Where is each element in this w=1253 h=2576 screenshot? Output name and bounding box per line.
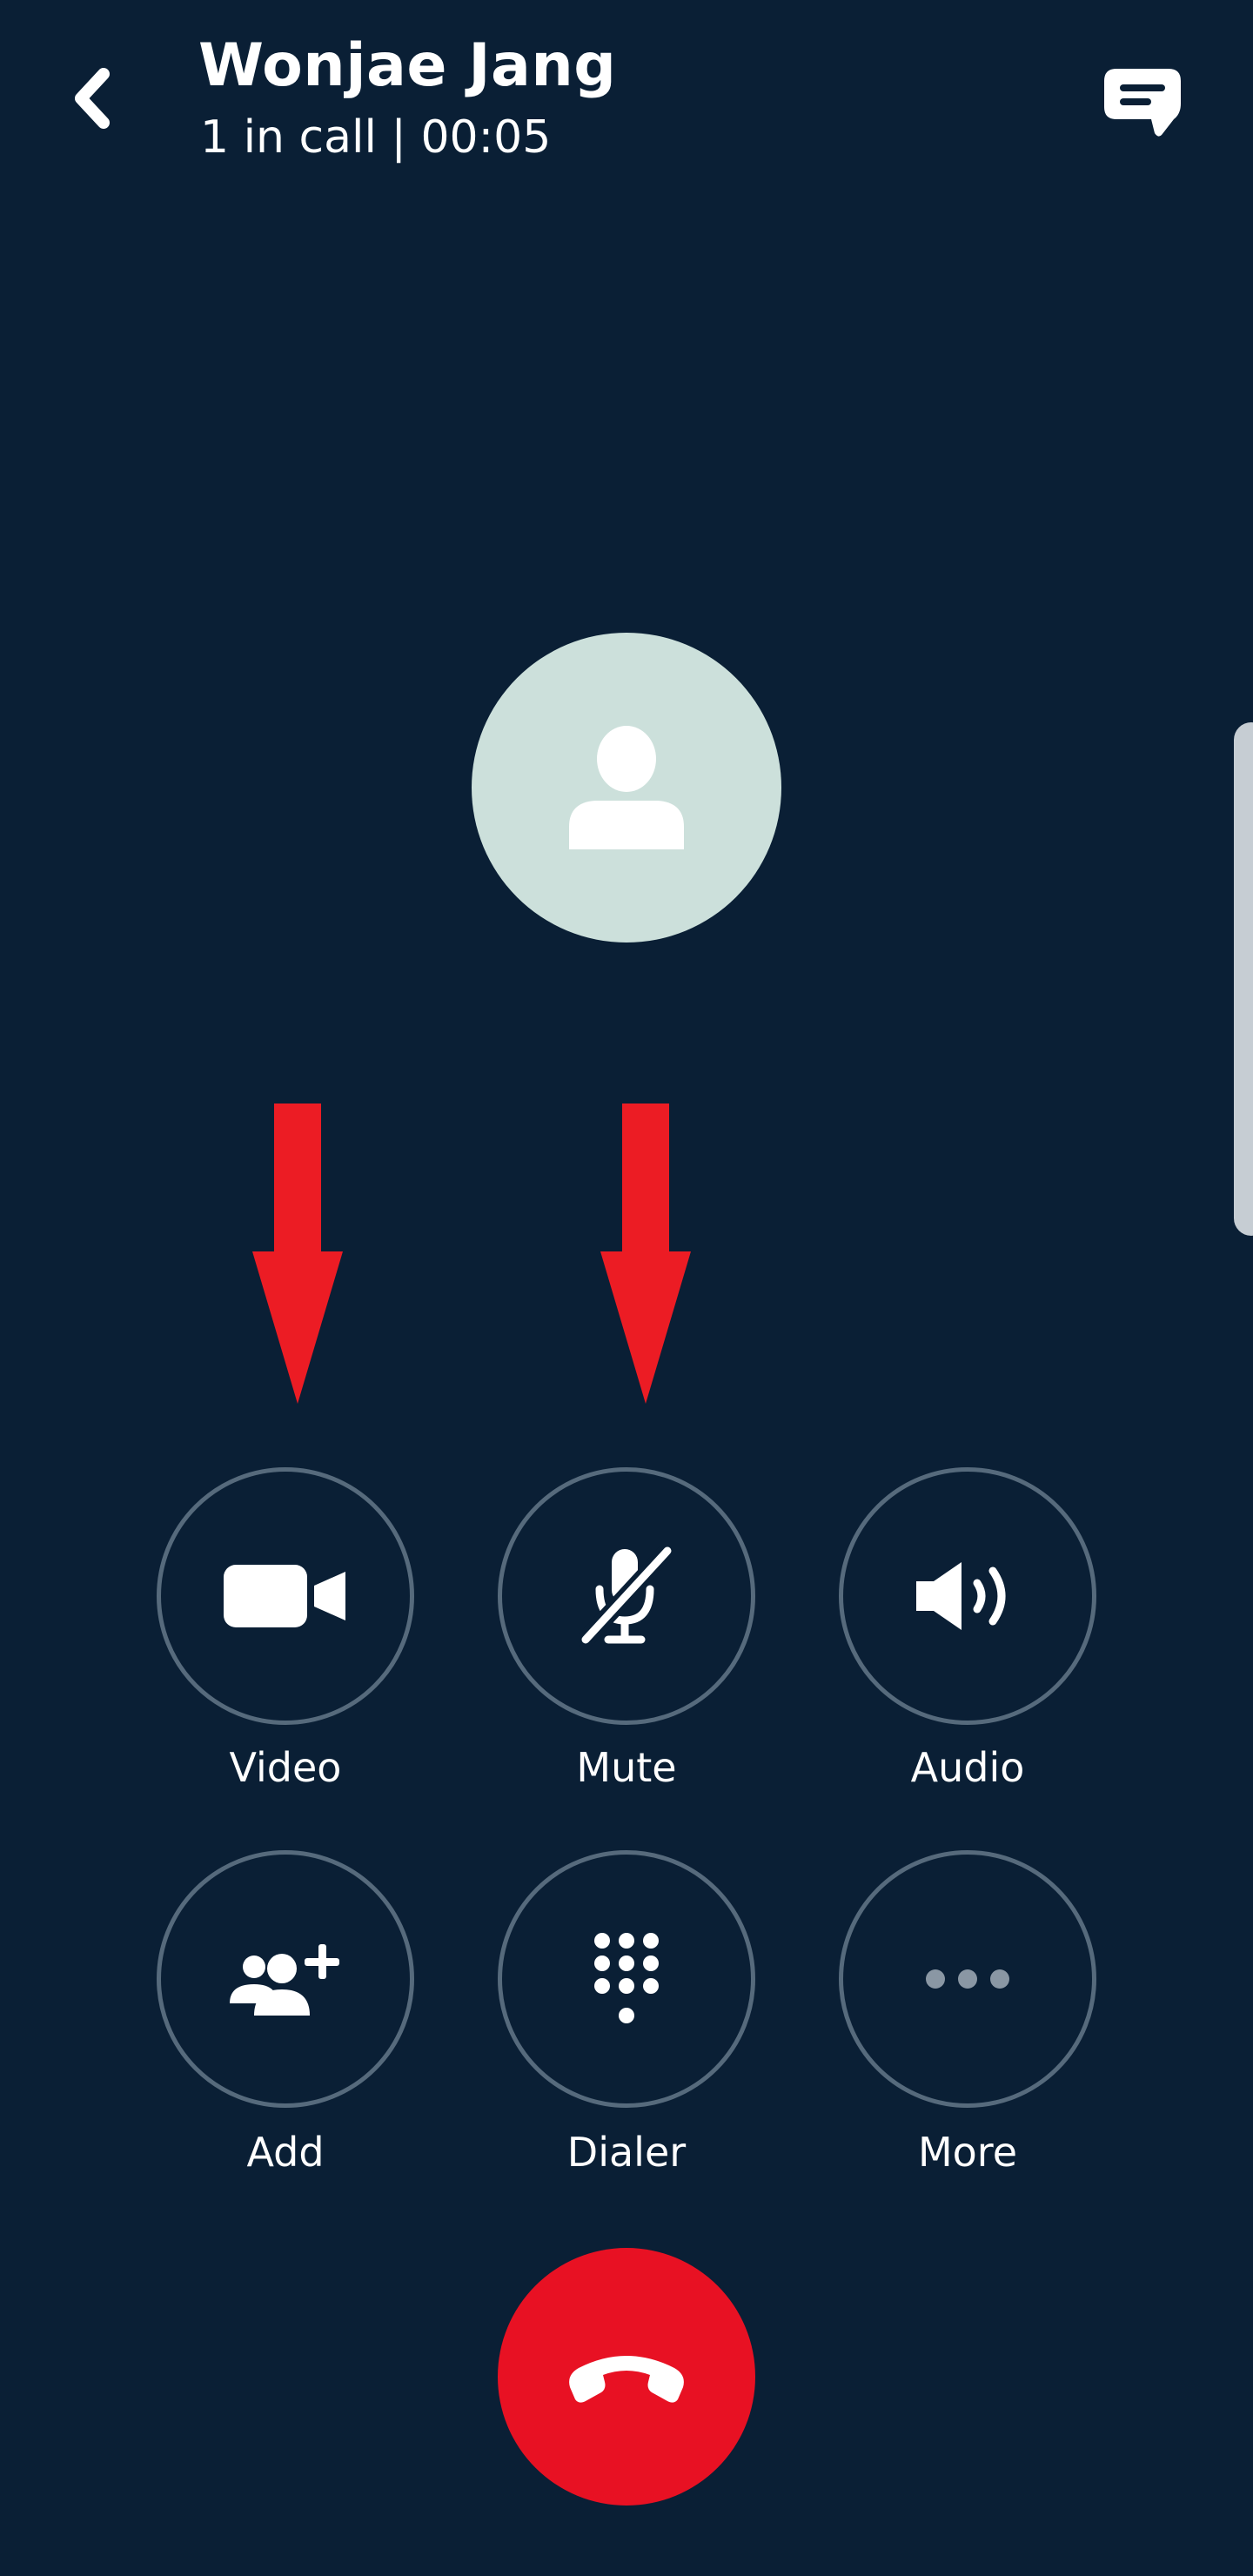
more-dots-icon xyxy=(926,1969,1009,1989)
call-status: 1 in call | 00:05 xyxy=(200,111,552,164)
end-call-button[interactable] xyxy=(498,2248,755,2506)
person-icon xyxy=(569,726,684,849)
chevron-left-icon xyxy=(75,68,110,129)
annotation-arrow-mute xyxy=(600,1104,691,1404)
mute-label: Mute xyxy=(576,1744,677,1791)
video-button[interactable] xyxy=(157,1467,414,1725)
microphone-off-icon xyxy=(579,1546,674,1647)
chat-button[interactable] xyxy=(1095,59,1190,146)
more-label: More xyxy=(917,2129,1018,2176)
avatar xyxy=(472,633,781,943)
call-screen: Wonjae Jang 1 in call | 00:05 Video Mute… xyxy=(0,0,1253,2576)
audio-button[interactable] xyxy=(839,1467,1096,1725)
add-button[interactable] xyxy=(157,1850,414,2108)
annotation-arrow-video xyxy=(252,1104,343,1404)
hang-up-icon xyxy=(569,2356,684,2403)
contact-name: Wonjae Jang xyxy=(198,31,617,100)
chat-bubble-icon xyxy=(1104,69,1181,137)
dialer-button[interactable] xyxy=(498,1850,755,2108)
add-label: Add xyxy=(246,2129,325,2176)
add-people-icon xyxy=(230,1944,339,2016)
mute-button[interactable] xyxy=(498,1467,755,1725)
speaker-icon xyxy=(916,1562,1006,1630)
video-label: Video xyxy=(229,1744,342,1791)
audio-label: Audio xyxy=(910,1744,1025,1791)
video-camera-icon xyxy=(224,1565,345,1627)
dialpad-icon xyxy=(594,1933,659,2023)
scroll-handle[interactable] xyxy=(1234,722,1253,1236)
dialer-label: Dialer xyxy=(566,2129,687,2176)
more-button[interactable] xyxy=(839,1850,1096,2108)
back-button[interactable] xyxy=(57,59,127,138)
